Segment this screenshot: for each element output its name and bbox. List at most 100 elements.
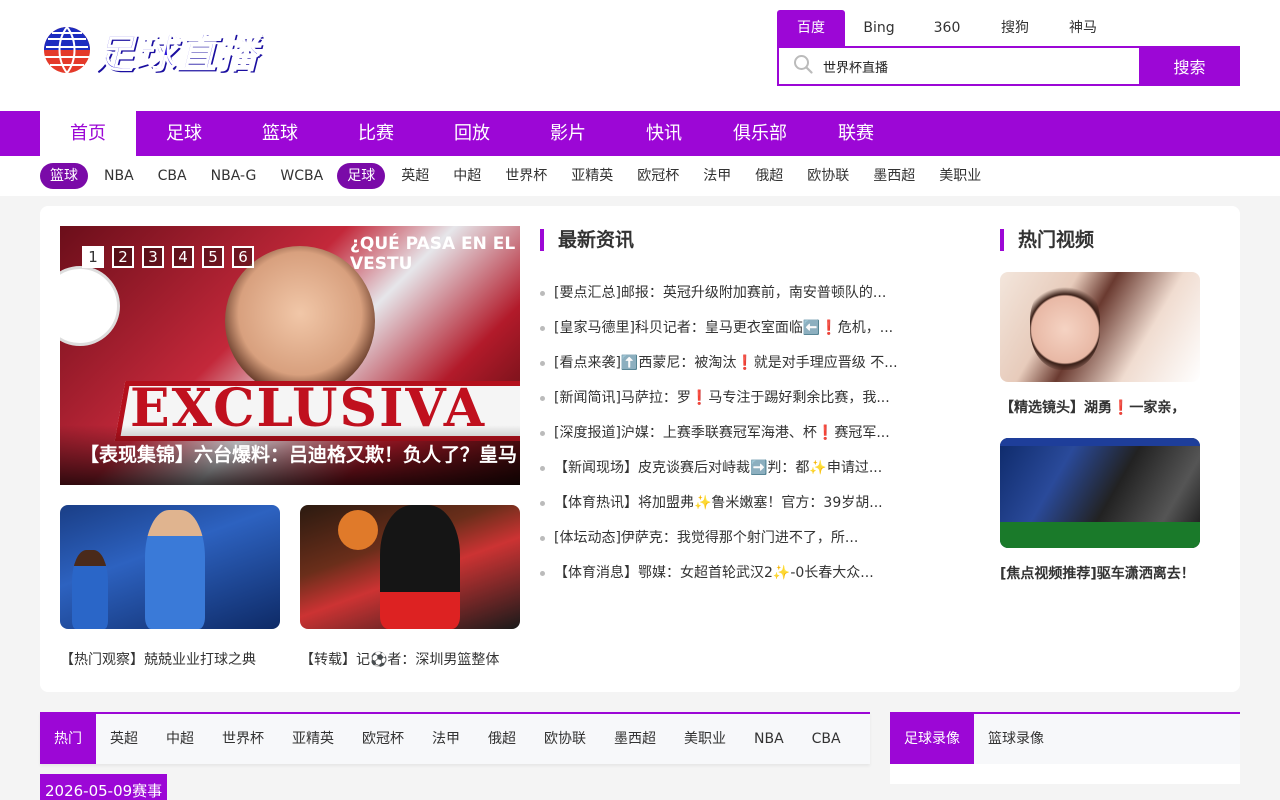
news-item[interactable]: [新闻简讯]马萨拉：罗❗马专注于踢好剩余比赛，我... [540,381,920,416]
search-input[interactable] [823,58,1123,74]
schedule-tab[interactable]: NBA [740,714,798,764]
latest-news-title: 最新资讯 [540,229,634,251]
slider-dot[interactable]: 3 [142,246,164,268]
slider-dot[interactable]: 1 [82,246,104,268]
engine-tab-shenma[interactable]: 神马 [1049,10,1117,46]
sub-nav: 篮球 NBA CBA NBA-G WCBA 足球 英超 中超 世界杯 亚精英 欧… [0,156,1280,196]
recording-tabs: 足球录像 篮球录像 [890,712,1240,764]
latest-news-list: [要点汇总]邮报：英冠升级附加赛前，南安普顿队的... [皇家马德里]科贝记者：… [540,276,920,591]
schedule-tab[interactable]: 热门 [40,714,96,764]
search-row: 搜索 [777,46,1240,86]
engine-tab-baidu[interactable]: 百度 [777,10,845,46]
news-thumbnail[interactable] [300,505,520,629]
news-item[interactable]: 【体育热讯】将加盟弗✨鲁米嫩塞！官方：39岁胡... [540,486,920,521]
sub-nav-item[interactable]: NBA [92,163,146,189]
nav-item-news-flash[interactable]: 快讯 [616,111,712,156]
slider-dot[interactable]: 6 [232,246,254,268]
engine-tab-360[interactable]: 360 [913,10,981,46]
news-item[interactable]: [要点汇总]邮报：英冠升级附加赛前，南安普顿队的... [540,276,920,311]
sub-nav-item[interactable]: 世界杯 [493,163,559,189]
search-field [777,46,1139,86]
basketball-graphic [338,510,378,550]
tv-ticker-graphic [1000,522,1200,548]
featured-slider[interactable]: EXCLUSIVA ¿QUÉ PASA EN EL VESTU 1 2 3 4 … [60,226,520,485]
main-nav: 首页 足球 篮球 比赛 回放 影片 快讯 俱乐部 联赛 [0,111,1280,156]
video-thumbnail[interactable] [1000,438,1200,548]
schedule-tab[interactable]: 世界杯 [208,714,278,764]
player-graphic [380,505,460,629]
tv-ticker-graphic [1000,438,1200,446]
video-caption[interactable]: [焦点视频推荐]驱车潇洒离去！ [1000,563,1210,583]
header: 足球直播 百度 Bing 360 搜狗 神马 搜索 [0,0,1280,111]
nav-item-clubs[interactable]: 俱乐部 [712,111,808,156]
hot-videos-title: 热门视频 [1000,229,1094,251]
sub-nav-football-label[interactable]: 足球 [337,163,386,189]
nav-item-home[interactable]: 首页 [40,111,136,156]
schedule-tab[interactable]: 欧协联 [530,714,600,764]
sub-nav-item[interactable]: 墨西超 [861,163,927,189]
sub-nav-item[interactable]: CBA [146,163,199,189]
recording-panel [890,764,1240,784]
recording-tab-football[interactable]: 足球录像 [890,714,974,764]
nav-item-football[interactable]: 足球 [136,111,232,156]
thumbnail-caption[interactable]: 【热门观察】兢兢业业打球之典 [60,649,280,669]
news-thumbnail[interactable] [60,505,280,629]
slider-pagination: 1 2 3 4 5 6 [82,246,254,268]
schedule-tab[interactable]: 俄超 [474,714,530,764]
sub-nav-item[interactable]: 美职业 [927,163,993,189]
news-item[interactable]: [皇家马德里]科贝记者：皇马更衣室面临⬅️❗危机，... [540,311,920,346]
schedule-date-tag: 2026-05-09赛事 [40,774,168,800]
nav-item-leagues[interactable]: 联赛 [808,111,904,156]
logo-text: 足球直播 [93,30,258,78]
sub-nav-item[interactable]: 中超 [441,163,493,189]
news-item[interactable]: 【新闻现场】皮克谈赛后对峙裁➡️判：都✨申请过... [540,451,920,486]
sub-nav-item[interactable]: 俄超 [743,163,795,189]
sub-nav-item[interactable]: 亚精英 [559,163,625,189]
slider-caption[interactable]: 【表现集锦】六台爆料：吕迪格又欺！负人了？皇马 [80,440,520,467]
engine-tabs: 百度 Bing 360 搜狗 神马 [777,10,1240,46]
site-logo[interactable]: 足球直播 [42,22,272,78]
schedule-tab[interactable]: 法甲 [418,714,474,764]
slider-top-text: ¿QUÉ PASA EN EL VESTU [350,234,516,274]
nav-item-films[interactable]: 影片 [520,111,616,156]
thumbnail-caption[interactable]: 【转载】记⚽者：深圳男篮整体 [300,649,520,669]
nav-item-basketball[interactable]: 篮球 [232,111,328,156]
slider-dot[interactable]: 4 [172,246,194,268]
slider-caption-overlay: 【表现集锦】六台爆料：吕迪格又欺！负人了？皇马 [60,425,520,485]
schedule-tab[interactable]: 美职业 [670,714,740,764]
engine-tab-bing[interactable]: Bing [845,10,913,46]
schedule-tab[interactable]: 欧冠杯 [348,714,418,764]
search-button[interactable]: 搜索 [1139,46,1240,86]
nav-item-replay[interactable]: 回放 [424,111,520,156]
sub-nav-item[interactable]: NBA-G [199,163,269,189]
video-thumbnail[interactable] [1000,272,1200,382]
sub-nav-item[interactable]: 欧协联 [795,163,861,189]
news-item[interactable]: 【体育消息】鄂媒：女超首轮武汉2✨-0长春大众... [540,556,920,591]
video-caption[interactable]: 【精选镜头】湖勇❗一家亲， [1000,397,1210,417]
schedule-tab[interactable]: CBA [798,714,855,764]
content-card: EXCLUSIVA ¿QUÉ PASA EN EL VESTU 1 2 3 4 … [40,206,1240,692]
sub-nav-item[interactable]: 法甲 [691,163,743,189]
sub-nav-item[interactable]: 欧冠杯 [625,163,691,189]
slider-dot[interactable]: 5 [202,246,224,268]
schedule-tab[interactable]: 墨西超 [600,714,670,764]
schedule-tab[interactable]: 亚精英 [278,714,348,764]
player-graphic [145,510,205,629]
player-graphic [72,550,108,629]
schedule-tab[interactable]: 英超 [96,714,152,764]
sub-nav-item[interactable]: 英超 [389,163,441,189]
engine-tab-sogou[interactable]: 搜狗 [981,10,1049,46]
nav-item-matches[interactable]: 比赛 [328,111,424,156]
news-item[interactable]: [看点来袭]⬆️西蒙尼：被淘汰❗就是对手理应晋级 不... [540,346,920,381]
search-box: 百度 Bing 360 搜狗 神马 搜索 [777,10,1240,90]
schedule-tabs: 热门 英超 中超 世界杯 亚精英 欧冠杯 法甲 俄超 欧协联 墨西超 美职业 N… [40,712,870,764]
news-item[interactable]: [深度报道]沪媒：上赛季联赛冠军海港、杯❗赛冠军... [540,416,920,451]
news-item[interactable]: [体坛动态]伊萨克：我觉得那个射门进不了，所... [540,521,920,556]
schedule-tab[interactable]: 中超 [152,714,208,764]
sub-nav-item[interactable]: WCBA [268,163,335,189]
football-graphic [60,266,120,346]
slider-dot[interactable]: 2 [112,246,134,268]
recording-tab-basketball[interactable]: 篮球录像 [974,714,1058,764]
person-graphic [1030,280,1100,370]
sub-nav-basketball-label[interactable]: 篮球 [40,163,88,189]
